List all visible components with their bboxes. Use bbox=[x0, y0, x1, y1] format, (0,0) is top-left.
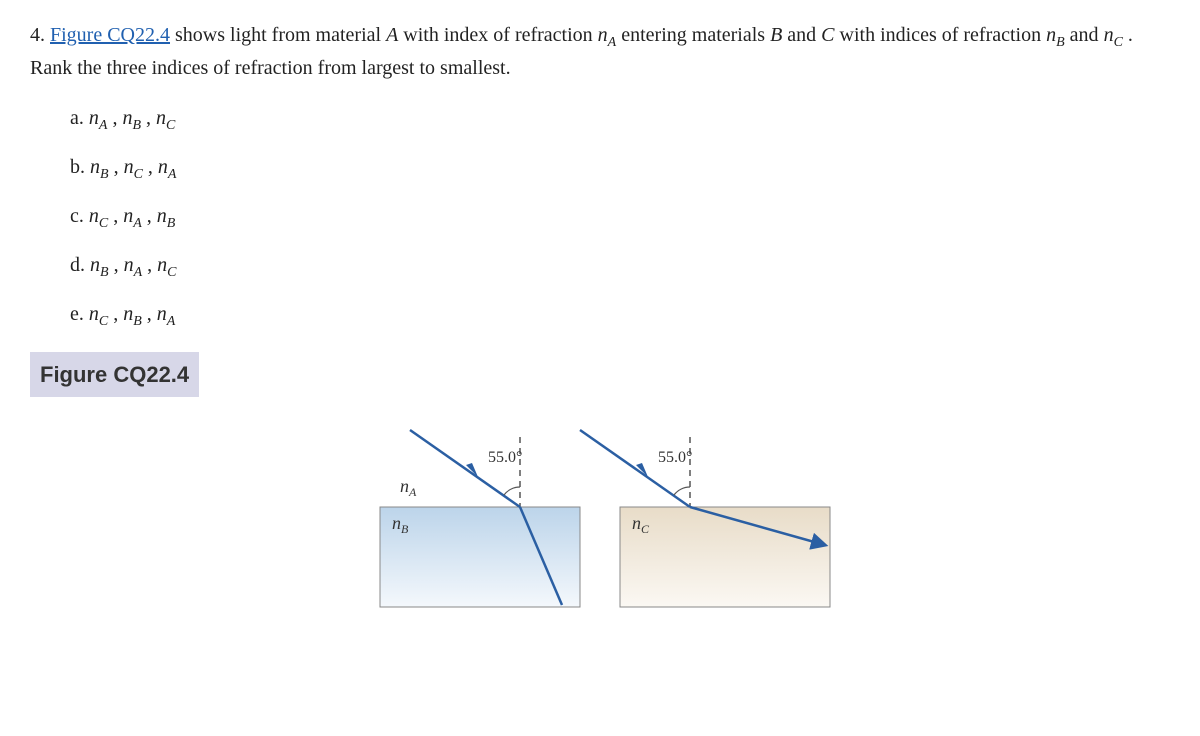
oa2: C bbox=[166, 118, 175, 133]
incident-ray-right bbox=[580, 430, 690, 507]
answer-options: a. nA , nB , nC b. nB , nC , nA c. nC , … bbox=[70, 103, 1170, 332]
n-b-sub: B bbox=[1056, 35, 1065, 50]
opt-e-label: e. bbox=[70, 303, 89, 325]
angle-arc-left bbox=[504, 487, 520, 495]
figure-link[interactable]: Figure CQ22.4 bbox=[50, 24, 170, 46]
oe2: A bbox=[167, 314, 176, 329]
medium-b-rect bbox=[380, 507, 580, 607]
angle-arc-right bbox=[674, 487, 690, 495]
option-b[interactable]: b. nB , nC , nA bbox=[70, 152, 1170, 185]
angle-text-right: 55.0° bbox=[658, 449, 692, 466]
ob0: B bbox=[100, 167, 109, 182]
refraction-diagram-svg: nA nB 55.0° nC 55.0° bbox=[350, 417, 850, 617]
option-e[interactable]: e. nC , nB , nA bbox=[70, 299, 1170, 332]
qt5: with indices of refraction bbox=[835, 24, 1047, 46]
angle-text-left: 55.0° bbox=[488, 449, 522, 466]
oe1: B bbox=[133, 314, 142, 329]
n-a-sub: A bbox=[608, 35, 617, 50]
oe0: C bbox=[99, 314, 108, 329]
od1: A bbox=[134, 265, 143, 280]
medium-c-rect bbox=[620, 507, 830, 607]
oc2: B bbox=[167, 216, 176, 231]
figure-caption: Figure CQ22.4 bbox=[30, 352, 199, 397]
var-c: C bbox=[821, 24, 834, 46]
od2: C bbox=[167, 265, 176, 280]
qt6: and bbox=[1065, 24, 1104, 46]
qt3: entering materials bbox=[616, 24, 770, 46]
var-a: A bbox=[386, 24, 398, 46]
n-a-sym: n bbox=[598, 24, 608, 46]
var-b: B bbox=[770, 24, 782, 46]
left-panel: nA nB 55.0° bbox=[380, 430, 580, 607]
figure-diagram: nA nB 55.0° nC 55.0° bbox=[30, 407, 1170, 636]
option-a[interactable]: a. nA , nB , nC bbox=[70, 103, 1170, 136]
opt-d-label: d. bbox=[70, 254, 90, 276]
option-d[interactable]: d. nB , nA , nC bbox=[70, 250, 1170, 283]
opt-a-label: a. bbox=[70, 107, 89, 129]
question-text: 4. Figure CQ22.4 shows light from materi… bbox=[30, 20, 1170, 83]
qt4: and bbox=[782, 24, 821, 46]
oc0: C bbox=[99, 216, 108, 231]
label-na-left: nA bbox=[400, 476, 417, 499]
right-panel: nC 55.0° bbox=[580, 430, 830, 607]
question-number: 4. bbox=[30, 24, 45, 46]
n-c-sym: n bbox=[1104, 24, 1114, 46]
qt2: with index of refraction bbox=[398, 24, 597, 46]
oa1: B bbox=[132, 118, 141, 133]
oa0: A bbox=[99, 118, 108, 133]
n-b-sym: n bbox=[1046, 24, 1056, 46]
od0: B bbox=[100, 265, 109, 280]
n-c-sub: C bbox=[1114, 35, 1123, 50]
oc1: A bbox=[133, 216, 142, 231]
option-c[interactable]: c. nC , nA , nB bbox=[70, 201, 1170, 234]
incident-ray-left bbox=[410, 430, 520, 507]
ob1: C bbox=[134, 167, 143, 182]
qt1: shows light from material bbox=[175, 24, 386, 46]
opt-c-label: c. bbox=[70, 205, 89, 227]
opt-b-label: b. bbox=[70, 156, 90, 178]
ob2: A bbox=[168, 167, 177, 182]
